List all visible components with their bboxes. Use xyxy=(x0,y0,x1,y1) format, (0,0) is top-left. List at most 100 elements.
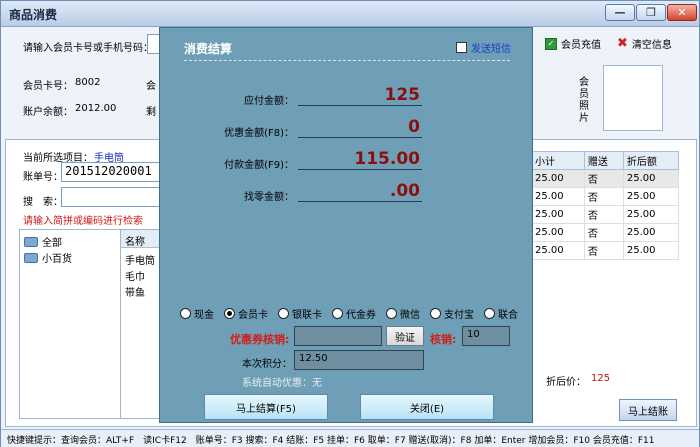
discounted-cell: 25.00 xyxy=(622,223,680,242)
clear-icon: ✖ xyxy=(617,35,628,51)
close-window-button[interactable]: ✕ xyxy=(667,4,697,21)
table-row[interactable]: 25.00 否 25.00 xyxy=(531,169,680,188)
payment-voucher-radio[interactable]: 代金券 xyxy=(332,306,376,321)
folder-icon xyxy=(24,236,38,247)
dialog-separator xyxy=(184,60,510,61)
shortcut-hints: 快捷键提示：查询会员：ALT+F 读IC卡F12 账单号：F3 搜索：F4 结账… xyxy=(7,436,655,446)
verify-amount-field[interactable]: 10 xyxy=(462,326,510,346)
subtotal-cell: 25.00 xyxy=(531,187,585,206)
change-amount-value: .00 xyxy=(298,180,422,202)
payment-amount-label: 付款金额(F9)： xyxy=(224,160,294,171)
amount-due-value: 125 xyxy=(298,84,422,106)
radio-selected-icon xyxy=(224,308,235,319)
bill-number-input[interactable]: 201512020001 xyxy=(61,162,161,182)
amount-due-label: 应付金额： xyxy=(244,96,294,107)
dialog-title: 消费结算 xyxy=(184,42,233,56)
subtotal-cell: 25.00 xyxy=(531,241,585,260)
product-list: 名称 手电筒 毛巾 带鱼 xyxy=(121,229,161,419)
column-header[interactable]: 折后额 xyxy=(622,151,680,170)
product-search-label: 搜 索： xyxy=(23,197,63,208)
minimize-icon: — xyxy=(614,6,626,19)
list-item[interactable]: 手电筒 xyxy=(125,252,155,267)
balance-label: 账户余额： xyxy=(23,107,73,118)
category-tree: 全部 小百货 xyxy=(19,229,121,419)
title-bar: 商品消费 — ❐ ✕ xyxy=(1,1,699,27)
status-bar: 快捷键提示：查询会员：ALT+F 读IC卡F12 账单号：F3 搜索：F4 结账… xyxy=(1,429,699,447)
tree-node-small-goods[interactable]: 小百货 xyxy=(24,250,72,265)
payment-alipay-radio[interactable]: 支付宝 xyxy=(430,306,474,321)
radio-icon xyxy=(430,308,441,319)
remaining-field-label: 剩 xyxy=(146,107,156,118)
payment-amount-value[interactable]: 115.00 xyxy=(298,148,422,170)
radio-icon xyxy=(180,308,191,319)
product-search-input[interactable] xyxy=(61,187,161,207)
card-number-value: 8002 xyxy=(75,77,101,88)
table-row[interactable]: 25.00 否 25.00 xyxy=(531,205,680,224)
member-photo xyxy=(603,65,663,131)
column-header[interactable]: 小计 xyxy=(531,151,585,170)
verify-button[interactable]: 验证 xyxy=(386,326,424,346)
payment-combined-radio[interactable]: 联合 xyxy=(484,306,518,321)
bill-number-value: 201512020001 xyxy=(65,164,152,178)
balance-value: 2012.00 xyxy=(75,103,117,114)
card-number-label: 会员卡号： xyxy=(23,81,73,92)
folder-icon xyxy=(24,252,38,263)
radio-icon xyxy=(484,308,495,319)
discount-amount-label: 优惠金额(F8)： xyxy=(224,128,294,139)
table-row[interactable]: 25.00 否 25.00 xyxy=(531,187,680,206)
gift-cell: 否 xyxy=(583,241,624,260)
gift-cell: 否 xyxy=(583,205,624,224)
member-photo-label: 会员照片 xyxy=(579,77,589,124)
payment-unionpay-radio[interactable]: 银联卡 xyxy=(278,306,322,321)
discounted-cell: 25.00 xyxy=(622,205,680,224)
discounted-cell: 25.00 xyxy=(622,241,680,260)
restore-icon: ❐ xyxy=(646,6,656,19)
payment-wechat-radio[interactable]: 微信 xyxy=(386,306,420,321)
points-field: 12.50 xyxy=(294,350,424,370)
payment-member-card-radio[interactable]: 会员卡 xyxy=(224,306,268,321)
list-item[interactable]: 毛巾 xyxy=(125,268,145,283)
payment-method-group: 现金 会员卡 银联卡 代金券 微信 支付宝 联合 xyxy=(180,306,518,321)
maximize-button[interactable]: ❐ xyxy=(636,4,666,21)
discounted-cell: 25.00 xyxy=(622,187,680,206)
discount-amount-value[interactable]: 0 xyxy=(298,116,422,138)
checkout-dialog: 消费结算 发送短信 应付金额： 125 优惠金额(F8)： 0 付款金额(F9)… xyxy=(159,27,533,423)
send-sms-checkbox[interactable]: 发送短信 xyxy=(456,40,511,55)
radio-icon xyxy=(278,308,289,319)
checkout-now-button[interactable]: 马上结账 xyxy=(619,399,677,421)
coupon-code-input[interactable] xyxy=(294,326,382,346)
column-header[interactable]: 赠送 xyxy=(583,151,624,170)
subtotal-cell: 25.00 xyxy=(531,169,585,188)
dialog-close-button[interactable]: 关闭(E) xyxy=(360,394,494,420)
clear-info-button[interactable]: ✖ 清空信息 xyxy=(617,35,672,52)
close-icon: ✕ xyxy=(677,6,687,19)
points-label: 本次积分： xyxy=(242,359,292,370)
verify-amount-label: 核销: xyxy=(430,333,457,346)
member-field-label: 会 xyxy=(146,81,156,92)
coupon-verify-label: 优惠券核销: xyxy=(230,333,290,346)
table-row[interactable]: 25.00 否 25.00 xyxy=(531,223,680,242)
list-item[interactable]: 带鱼 xyxy=(125,284,145,299)
subtotal-cell: 25.00 xyxy=(531,205,585,224)
radio-icon xyxy=(386,308,397,319)
minimize-button[interactable]: — xyxy=(605,4,635,21)
discount-price-label: 折后价： xyxy=(546,377,586,388)
discount-price-value: 125 xyxy=(591,373,611,384)
window-title: 商品消费 xyxy=(9,8,58,22)
change-amount-label: 找零金额： xyxy=(244,192,294,203)
bill-number-label: 账单号： xyxy=(23,172,63,183)
member-search-label: 请输入会员卡号或手机号码： xyxy=(23,43,153,54)
discounted-cell: 25.00 xyxy=(622,169,680,188)
recharge-button[interactable]: ✓ 会员充值 xyxy=(545,36,601,51)
tree-node-all[interactable]: 全部 xyxy=(24,234,62,249)
cart-table: 小计 赠送 折后额 25.00 否 25.00 25.00 否 25.00 25… xyxy=(531,151,680,260)
settle-now-button[interactable]: 马上结算(F5) xyxy=(204,394,328,420)
subtotal-cell: 25.00 xyxy=(531,223,585,242)
payment-cash-radio[interactable]: 现金 xyxy=(180,306,214,321)
recharge-icon: ✓ xyxy=(545,37,557,50)
search-hint: 请输入简拼或编码进行检索 xyxy=(23,216,143,227)
checkbox-icon xyxy=(456,42,467,53)
auto-discount-text: 系统自动优惠：无 xyxy=(242,378,322,389)
product-list-header: 名称 xyxy=(121,230,161,248)
table-row[interactable]: 25.00 否 25.00 xyxy=(531,241,680,260)
